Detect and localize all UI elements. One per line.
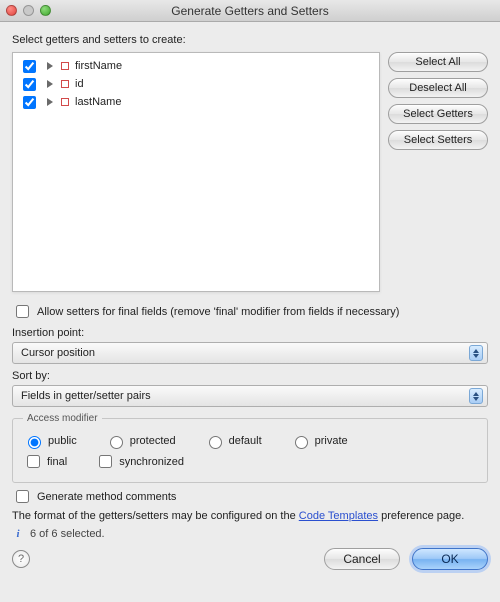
combo-stepper-icon[interactable] bbox=[469, 345, 483, 361]
radio-protected[interactable] bbox=[110, 436, 123, 449]
close-icon[interactable] bbox=[6, 5, 17, 16]
synchronized-checkbox[interactable] bbox=[99, 455, 112, 468]
access-radio-row: public protected default private bbox=[23, 433, 477, 449]
tree-checkbox[interactable] bbox=[23, 78, 36, 91]
disclosure-icon[interactable] bbox=[47, 62, 53, 70]
tree-item-label: firstName bbox=[75, 60, 122, 72]
combo-stepper-icon[interactable] bbox=[469, 388, 483, 404]
sort-by-label: Sort by: bbox=[12, 370, 488, 382]
field-tree[interactable]: firstName id lastName bbox=[12, 52, 380, 292]
field-icon bbox=[61, 62, 69, 70]
select-getters-button[interactable]: Select Getters bbox=[388, 104, 488, 124]
access-checkbox-row: final synchronized bbox=[23, 452, 477, 471]
generate-comments-label: Generate method comments bbox=[37, 491, 176, 503]
access-public[interactable]: public bbox=[23, 433, 77, 449]
insertion-point-combo[interactable]: Cursor position bbox=[12, 342, 488, 364]
access-private[interactable]: private bbox=[290, 433, 348, 449]
tree-item[interactable]: id bbox=[17, 75, 375, 93]
status-bar: i 6 of 6 selected. bbox=[12, 528, 488, 540]
access-default[interactable]: default bbox=[204, 433, 262, 449]
selection-buttons: Select All Deselect All Select Getters S… bbox=[388, 52, 488, 292]
allow-final-row: Allow setters for final fields (remove '… bbox=[12, 302, 488, 321]
top-row: Select getters and setters to create: fi… bbox=[12, 32, 488, 292]
ok-button[interactable]: OK bbox=[412, 548, 488, 570]
allow-final-label: Allow setters for final fields (remove '… bbox=[37, 306, 399, 318]
synchronized-option[interactable]: synchronized bbox=[95, 452, 184, 471]
chevron-down-icon bbox=[473, 354, 479, 358]
minimize-icon bbox=[23, 5, 34, 16]
tree-item-label: id bbox=[75, 78, 84, 90]
chevron-down-icon bbox=[473, 397, 479, 401]
tree-item[interactable]: firstName bbox=[17, 57, 375, 75]
prompt-label: Select getters and setters to create: bbox=[12, 34, 380, 46]
access-modifier-group: Access modifier public protected default… bbox=[12, 413, 488, 483]
tree-item[interactable]: lastName bbox=[17, 93, 375, 111]
generate-comments-row: Generate method comments bbox=[12, 487, 488, 506]
window-title: Generate Getters and Setters bbox=[0, 4, 500, 18]
window-controls bbox=[6, 5, 51, 16]
cancel-button[interactable]: Cancel bbox=[324, 548, 400, 570]
help-button[interactable]: ? bbox=[12, 550, 30, 568]
insertion-point-value: Cursor position bbox=[21, 347, 95, 359]
zoom-icon[interactable] bbox=[40, 5, 51, 16]
tree-checkbox[interactable] bbox=[23, 96, 36, 109]
chevron-up-icon bbox=[473, 392, 479, 396]
radio-private[interactable] bbox=[295, 436, 308, 449]
format-note: The format of the getters/setters may be… bbox=[12, 510, 488, 522]
deselect-all-button[interactable]: Deselect All bbox=[388, 78, 488, 98]
select-all-button[interactable]: Select All bbox=[388, 52, 488, 72]
dialog-footer: ? Cancel OK bbox=[12, 548, 488, 570]
titlebar: Generate Getters and Setters bbox=[0, 0, 500, 22]
field-icon bbox=[61, 80, 69, 88]
dialog-content: Select getters and setters to create: fi… bbox=[0, 22, 500, 578]
radio-default[interactable] bbox=[209, 436, 222, 449]
select-setters-button[interactable]: Select Setters bbox=[388, 130, 488, 150]
radio-public[interactable] bbox=[28, 436, 41, 449]
tree-panel: Select getters and setters to create: fi… bbox=[12, 32, 380, 292]
field-icon bbox=[61, 98, 69, 106]
access-protected[interactable]: protected bbox=[105, 433, 176, 449]
final-option[interactable]: final bbox=[23, 452, 67, 471]
sort-by-value: Fields in getter/setter pairs bbox=[21, 390, 151, 402]
generate-comments-checkbox[interactable] bbox=[16, 490, 29, 503]
disclosure-icon[interactable] bbox=[47, 80, 53, 88]
disclosure-icon[interactable] bbox=[47, 98, 53, 106]
sort-by-combo[interactable]: Fields in getter/setter pairs bbox=[12, 385, 488, 407]
tree-item-label: lastName bbox=[75, 96, 121, 108]
access-modifier-legend: Access modifier bbox=[23, 413, 102, 424]
format-note-prefix: The format of the getters/setters may be… bbox=[12, 510, 299, 522]
insertion-point-label: Insertion point: bbox=[12, 327, 488, 339]
action-buttons: Cancel OK bbox=[324, 548, 488, 570]
allow-final-checkbox[interactable] bbox=[16, 305, 29, 318]
info-icon: i bbox=[12, 528, 24, 540]
final-checkbox[interactable] bbox=[27, 455, 40, 468]
tree-checkbox[interactable] bbox=[23, 60, 36, 73]
format-note-suffix: preference page. bbox=[378, 510, 464, 522]
status-text: 6 of 6 selected. bbox=[30, 528, 105, 540]
chevron-up-icon bbox=[473, 349, 479, 353]
code-templates-link[interactable]: Code Templates bbox=[299, 510, 378, 522]
